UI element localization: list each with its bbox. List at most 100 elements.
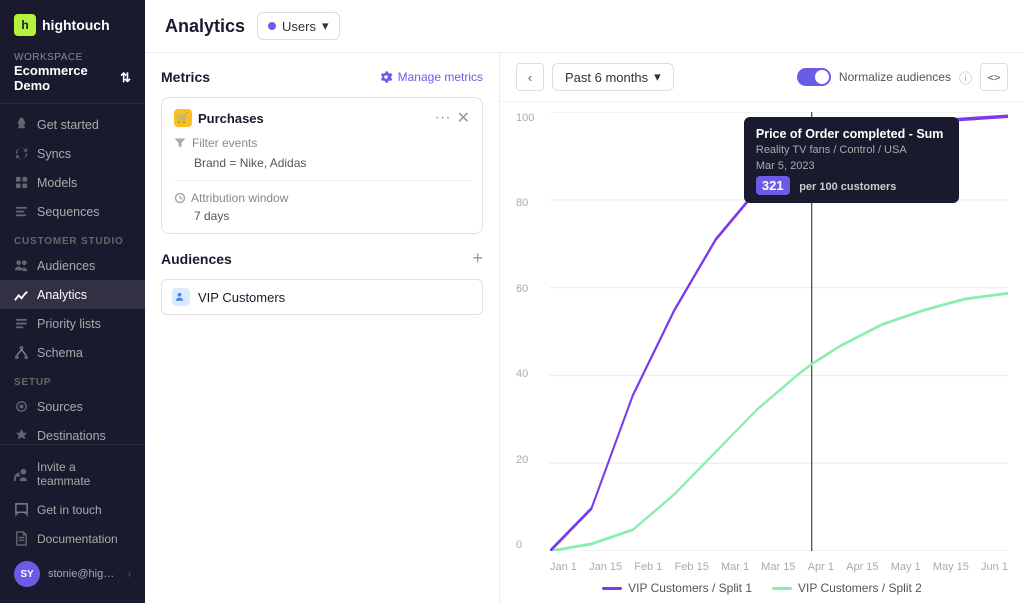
- x-axis-labels: Jan 1 Jan 15 Feb 1 Feb 15 Mar 1 Mar 15 A…: [550, 561, 1008, 573]
- legend-item-split2: VIP Customers / Split 2: [772, 581, 922, 595]
- normalize-toggle[interactable]: [797, 68, 831, 86]
- chart-legend: VIP Customers / Split 1 VIP Customers / …: [500, 575, 1024, 597]
- main-header: Analytics Users ▾: [145, 0, 1024, 53]
- left-panel: Metrics Manage metrics 🛒 Purchases ··· ✕: [145, 53, 500, 603]
- filter-label: Filter events: [192, 136, 257, 150]
- content-area: Metrics Manage metrics 🛒 Purchases ··· ✕: [145, 53, 1024, 603]
- date-range-chevron-icon: ▾: [654, 69, 661, 85]
- source-icon: [14, 399, 29, 414]
- sidebar: h hightouch Workspace Ecommerce Demo ⇅ G…: [0, 0, 145, 603]
- sidebar-item-invite[interactable]: Invite a teammate: [0, 453, 145, 495]
- legend-line-split2: [772, 587, 792, 590]
- audience-item-vip[interactable]: VIP Customers: [161, 279, 483, 315]
- schema-icon: [14, 345, 29, 360]
- chart-toolbar-left: ‹ Past 6 months ▾: [516, 63, 674, 91]
- tooltip-dot: [807, 132, 816, 149]
- audience-item-icon: [172, 288, 190, 306]
- code-button[interactable]: <>: [980, 63, 1008, 91]
- user-chevron-icon: ›: [128, 569, 131, 580]
- rocket-icon: [14, 117, 29, 132]
- user-avatar: SY: [14, 561, 40, 587]
- audiences-section-header: Audiences +: [161, 248, 483, 269]
- sidebar-item-documentation[interactable]: Documentation: [0, 524, 145, 553]
- sidebar-nav: Get started Syncs Models Sequences CUSTO…: [0, 104, 145, 444]
- logo-area: h hightouch: [0, 0, 145, 46]
- metric-icon: 🛒: [174, 109, 192, 127]
- people-icon: [175, 291, 187, 303]
- chart-toolbar: ‹ Past 6 months ▾ Normalize audiences ⓘ …: [500, 53, 1024, 102]
- metric-actions: ··· ✕: [435, 108, 470, 128]
- chart-svg: [550, 112, 1008, 551]
- audiences-icon: [14, 258, 29, 273]
- model-icon: [14, 175, 29, 190]
- customer-studio-section-label: CUSTOMER STUDIO: [0, 226, 145, 251]
- main-content: Analytics Users ▾ Metrics Manage metrics: [145, 0, 1024, 603]
- attribution-value: 7 days: [194, 209, 470, 223]
- sidebar-item-audiences[interactable]: Audiences: [0, 251, 145, 280]
- metrics-section-header: Metrics Manage metrics: [161, 69, 483, 85]
- normalize-info-icon[interactable]: ⓘ: [959, 68, 972, 87]
- audience-dot-icon: [268, 22, 276, 30]
- workspace-name[interactable]: Ecommerce Demo ⇅: [14, 63, 131, 93]
- legend-label-split2: VIP Customers / Split 2: [798, 581, 922, 595]
- audience-selector[interactable]: Users ▾: [257, 12, 339, 40]
- clock-icon: [174, 192, 186, 204]
- sidebar-item-models[interactable]: Models: [0, 168, 145, 197]
- y-axis-labels: 100 80 60 40 20 0: [516, 112, 546, 551]
- sidebar-item-syncs[interactable]: Syncs: [0, 139, 145, 168]
- normalize-label: Normalize audiences: [839, 70, 951, 84]
- audience-selector-label: Users: [282, 19, 316, 34]
- attribution-label-text: Attribution window: [191, 191, 288, 205]
- logo-text: hightouch: [42, 17, 110, 33]
- split2-line: [550, 293, 1008, 551]
- manage-metrics-button[interactable]: Manage metrics: [379, 70, 483, 84]
- sidebar-item-priority-lists[interactable]: Priority lists: [0, 309, 145, 338]
- metric-card-header: 🛒 Purchases ··· ✕: [174, 108, 470, 128]
- metric-card-purchases: 🛒 Purchases ··· ✕ Filter events Brand = …: [161, 97, 483, 234]
- setup-section-label: SETUP: [0, 367, 145, 392]
- sidebar-item-destinations[interactable]: Destinations: [0, 421, 145, 444]
- analytics-icon: [14, 287, 29, 302]
- sidebar-item-sequences[interactable]: Sequences: [0, 197, 145, 226]
- metric-title: Purchases: [198, 111, 264, 126]
- metrics-title: Metrics: [161, 69, 210, 85]
- date-range-label: Past 6 months: [565, 70, 648, 85]
- filter-icon: [174, 137, 186, 149]
- docs-icon: [14, 531, 29, 546]
- filter-events-row: Filter events: [174, 136, 470, 150]
- chevron-down-icon: ▾: [322, 18, 329, 34]
- attribution-section: Attribution window 7 days: [174, 191, 470, 223]
- add-audience-button[interactable]: +: [472, 248, 483, 269]
- toggle-knob: [815, 70, 829, 84]
- metric-title-row: 🛒 Purchases: [174, 109, 264, 127]
- sidebar-item-analytics[interactable]: Analytics: [0, 280, 145, 309]
- sidebar-item-get-in-touch[interactable]: Get in touch: [0, 495, 145, 524]
- destination-icon: [14, 428, 29, 443]
- sequence-icon: [14, 204, 29, 219]
- sidebar-item-schema[interactable]: Schema: [0, 338, 145, 367]
- attribution-label-row: Attribution window: [174, 191, 470, 205]
- user-email: stonie@hightouch.io: [48, 568, 120, 580]
- chart-wrapper: 100 80 60 40 20 0: [500, 102, 1024, 603]
- sidebar-footer: Invite a teammate Get in touch Documenta…: [0, 444, 145, 603]
- metric-more-button[interactable]: ···: [435, 109, 451, 127]
- legend-item-split1: VIP Customers / Split 1: [602, 581, 752, 595]
- audiences-title: Audiences: [161, 251, 232, 267]
- priority-icon: [14, 316, 29, 331]
- metric-close-button[interactable]: ✕: [457, 108, 470, 128]
- page-title: Analytics: [165, 16, 245, 37]
- workspace-label: Workspace: [14, 52, 131, 63]
- logo-icon: h: [14, 14, 36, 36]
- sidebar-item-get-started[interactable]: Get started: [0, 110, 145, 139]
- chart-nav-prev-button[interactable]: ‹: [516, 63, 544, 91]
- sidebar-item-sources[interactable]: Sources: [0, 392, 145, 421]
- workspace-block: Workspace Ecommerce Demo ⇅: [0, 46, 145, 104]
- legend-label-split1: VIP Customers / Split 1: [628, 581, 752, 595]
- date-range-button[interactable]: Past 6 months ▾: [552, 63, 674, 91]
- chart-toolbar-right: Normalize audiences ⓘ <>: [797, 63, 1008, 91]
- invite-icon: [14, 467, 29, 482]
- user-profile-row[interactable]: SY stonie@hightouch.io ›: [0, 553, 145, 595]
- chart-area: ‹ Past 6 months ▾ Normalize audiences ⓘ …: [500, 53, 1024, 603]
- metric-divider: [174, 180, 470, 181]
- sync-icon: [14, 146, 29, 161]
